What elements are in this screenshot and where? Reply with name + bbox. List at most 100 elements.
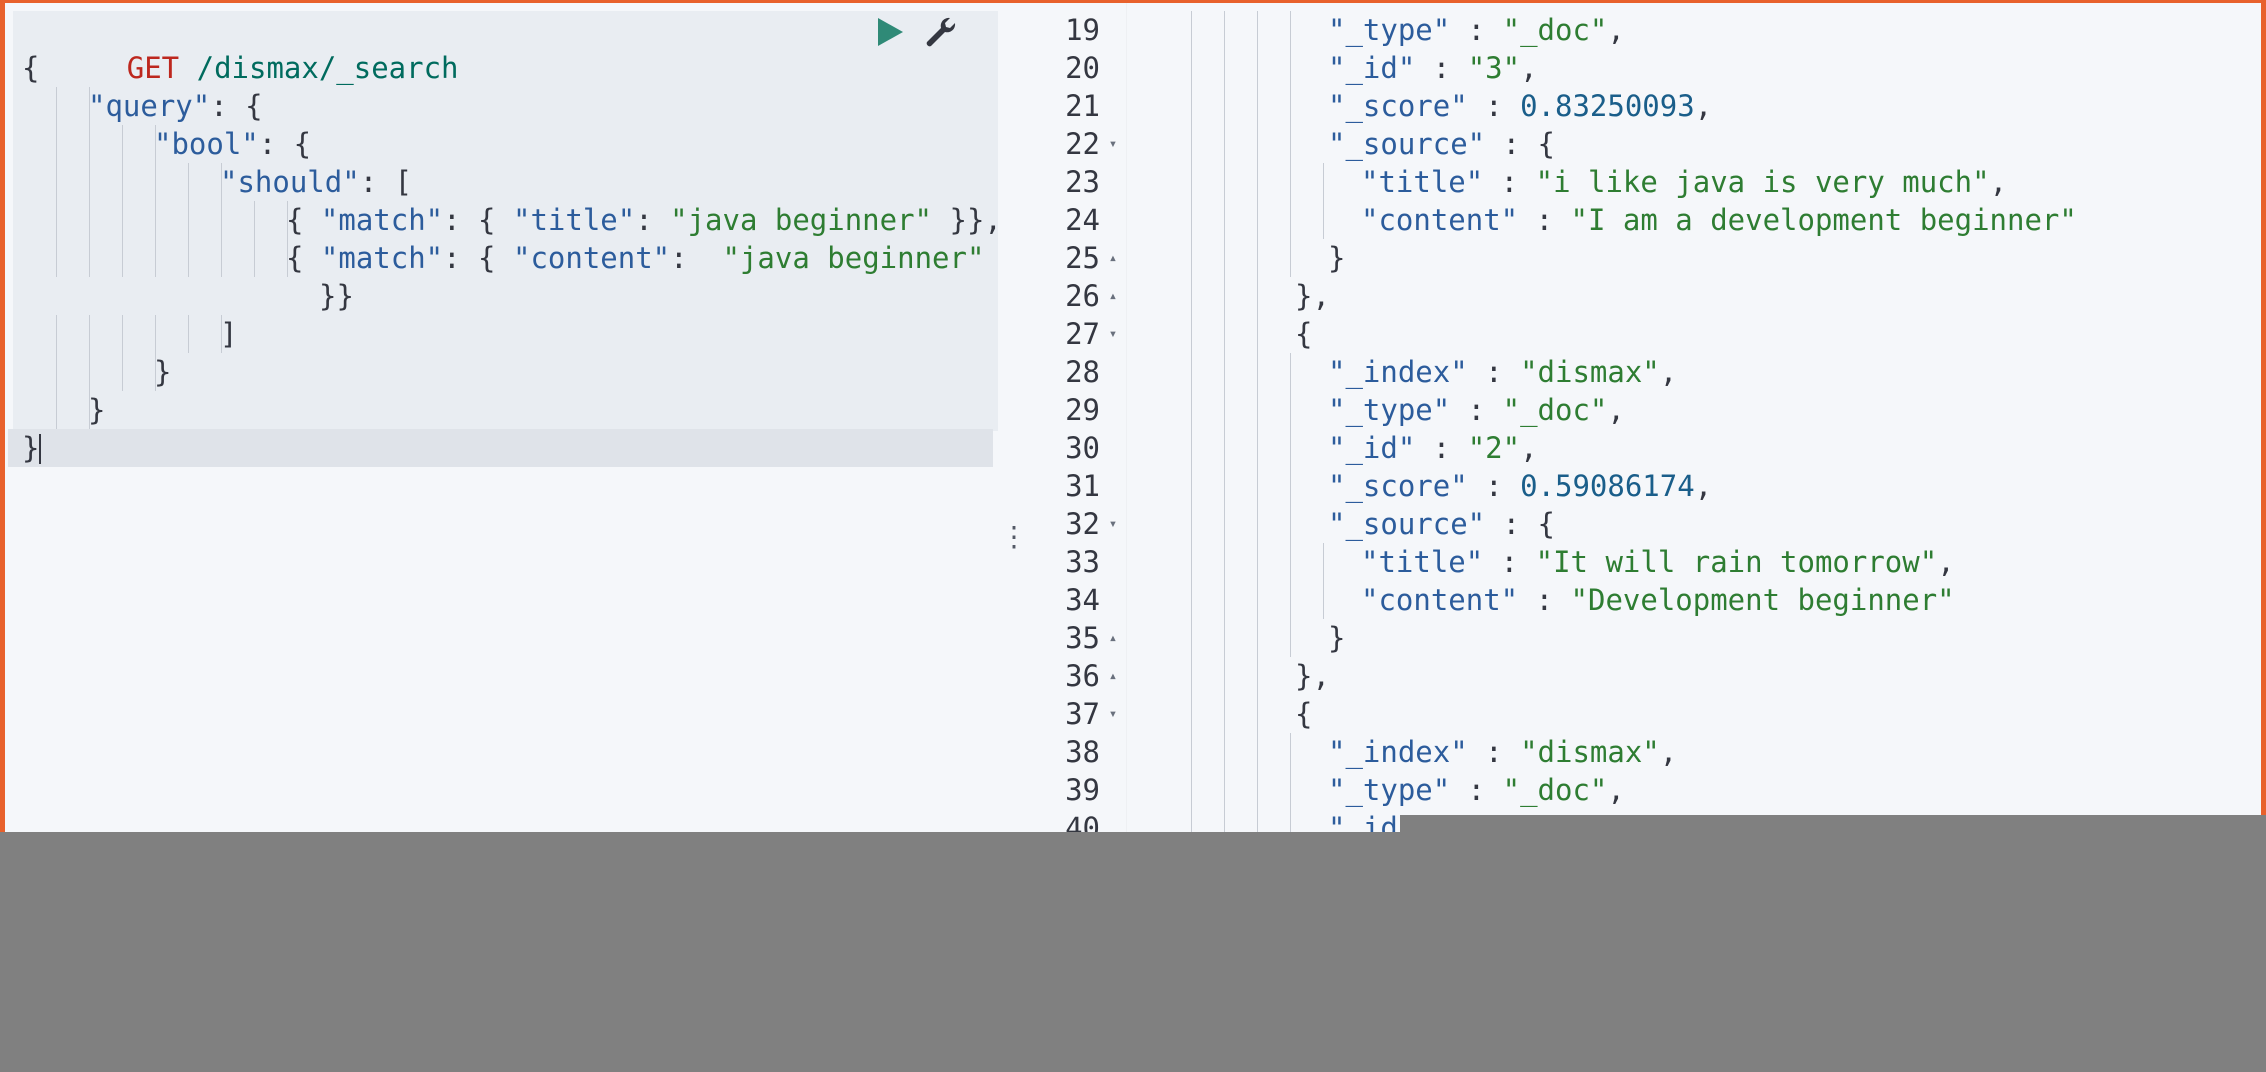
code-text: "query": { — [88, 87, 263, 125]
fold-expand-icon[interactable]: ▴ — [1104, 619, 1122, 657]
indent-guide — [56, 87, 57, 125]
request-token: : { — [443, 203, 513, 237]
indent-guide — [122, 201, 123, 239]
fold-collapse-icon[interactable]: ▾ — [1104, 125, 1122, 163]
response-token: : — [1415, 51, 1468, 85]
response-token: }, — [1295, 659, 1330, 693]
response-code-line: 25 ▴} — [1026, 239, 2261, 277]
indent-guide — [122, 353, 123, 391]
response-code-line: 27 ▾ { — [1026, 315, 2261, 353]
code-text: { — [22, 49, 39, 87]
response-code-line: 36 ▴}, — [1026, 657, 2261, 695]
code-text: "_source" : { — [1328, 125, 1555, 163]
request-code-line[interactable]: "query": { — [8, 87, 993, 125]
indent-guide — [1224, 733, 1225, 771]
request-token: "content" — [512, 241, 671, 275]
code-text: "_index" : "dismax", — [1328, 353, 1677, 391]
response-token: "_score" — [1328, 89, 1468, 123]
indent-guide — [1323, 581, 1324, 619]
response-token: : — [1483, 545, 1536, 579]
code-text: { — [1295, 315, 1312, 353]
response-code-line: 23 "title" : "i like java is very much", — [1026, 163, 2261, 201]
indent-guide — [1290, 163, 1291, 201]
indent-guide — [1191, 277, 1192, 315]
response-code-line: 35 ▴} — [1026, 619, 2261, 657]
indent-guide — [188, 163, 189, 201]
indent-guide — [1191, 809, 1192, 832]
request-code-line[interactable]: } — [8, 353, 993, 391]
response-code-line: 29 "_type" : "_doc", — [1026, 391, 2261, 429]
indent-guide — [1257, 771, 1258, 809]
code-text: "_score" : 0.83250093, — [1328, 87, 1712, 125]
response-token: }, — [1295, 279, 1330, 313]
indent-guide — [1290, 201, 1291, 239]
request-code-line[interactable]: ] — [8, 315, 993, 353]
fold-collapse-icon[interactable]: ▾ — [1104, 505, 1122, 543]
response-token: , — [1607, 773, 1625, 807]
indent-guide — [1290, 809, 1291, 832]
indent-guide — [1257, 49, 1258, 87]
request-token: "bool" — [154, 127, 259, 161]
indent-guide — [1191, 657, 1192, 695]
indent-guide — [1224, 87, 1225, 125]
response-token: "2" — [1467, 431, 1521, 465]
request-code-line[interactable]: }} — [8, 277, 993, 315]
fold-collapse-icon[interactable]: ▾ — [1104, 695, 1122, 733]
response-token: "_type" — [1328, 13, 1451, 47]
response-code-line: 31 "_score" : 0.59086174, — [1026, 467, 2261, 505]
indent-guide — [1257, 163, 1258, 201]
code-text: }, — [1295, 277, 1330, 315]
text-cursor — [39, 434, 42, 464]
request-token: "java beginner" — [670, 203, 933, 237]
wrench-icon — [926, 17, 956, 47]
indent-guide — [1257, 87, 1258, 125]
request-code-line[interactable]: "should": [ — [8, 163, 993, 201]
indent-guide — [1191, 771, 1192, 809]
response-token: "content" — [1361, 583, 1519, 617]
request-line[interactable]: GET /dismax/_search — [8, 11, 993, 85]
response-token: "It will rain tomorrow" — [1535, 545, 1938, 579]
indent-guide — [254, 239, 255, 277]
indent-guide — [1191, 543, 1192, 581]
response-token: } — [1328, 621, 1346, 655]
indent-guide — [1290, 619, 1291, 657]
response-token: "_source" — [1328, 127, 1486, 161]
code-text: ] — [220, 315, 237, 353]
request-token: }} — [319, 279, 354, 313]
pane-resize-handle[interactable]: ⋮ — [1000, 518, 1028, 556]
indent-guide — [1191, 733, 1192, 771]
fold-expand-icon[interactable]: ▴ — [1104, 657, 1122, 695]
line-number: 19 — [1065, 13, 1100, 47]
request-code-line[interactable]: } — [8, 391, 993, 429]
indent-guide — [1191, 201, 1192, 239]
request-token: "should" — [220, 165, 360, 199]
indent-guide — [1290, 391, 1291, 429]
indent-guide — [1191, 315, 1192, 353]
fold-collapse-icon[interactable]: ▾ — [1104, 315, 1122, 353]
request-code-line[interactable]: { "match": { "title": "java beginner" }}… — [8, 201, 1002, 239]
request-token: { — [286, 241, 321, 275]
indent-guide — [1257, 11, 1258, 49]
window-frame-right — [2261, 0, 2266, 832]
indent-guide — [1257, 809, 1258, 832]
request-token: }}, — [932, 203, 1002, 237]
run-request-button[interactable] — [868, 10, 912, 54]
indent-guide — [1290, 87, 1291, 125]
response-token: : — [1450, 393, 1503, 427]
request-code-line[interactable]: } — [8, 429, 993, 467]
code-text: "_id" : "2", — [1328, 429, 1538, 467]
fold-expand-icon[interactable]: ▴ — [1104, 277, 1122, 315]
line-number: 39 — [1065, 773, 1100, 807]
request-token: "query" — [88, 89, 211, 123]
request-code-line[interactable]: { "match": { "content": "java beginner" — [8, 239, 993, 277]
fold-expand-icon[interactable]: ▴ — [1104, 239, 1122, 277]
indent-guide — [89, 125, 90, 163]
line-number: 23 — [1065, 165, 1100, 199]
request-token: : — [670, 241, 723, 275]
response-token: , — [1989, 165, 2008, 199]
request-code-line[interactable]: "bool": { — [8, 125, 993, 163]
request-settings-button[interactable] — [918, 10, 962, 54]
response-token: , — [1607, 393, 1625, 427]
request-code-line[interactable]: { — [8, 49, 993, 87]
response-token: "_id" — [1328, 431, 1416, 465]
